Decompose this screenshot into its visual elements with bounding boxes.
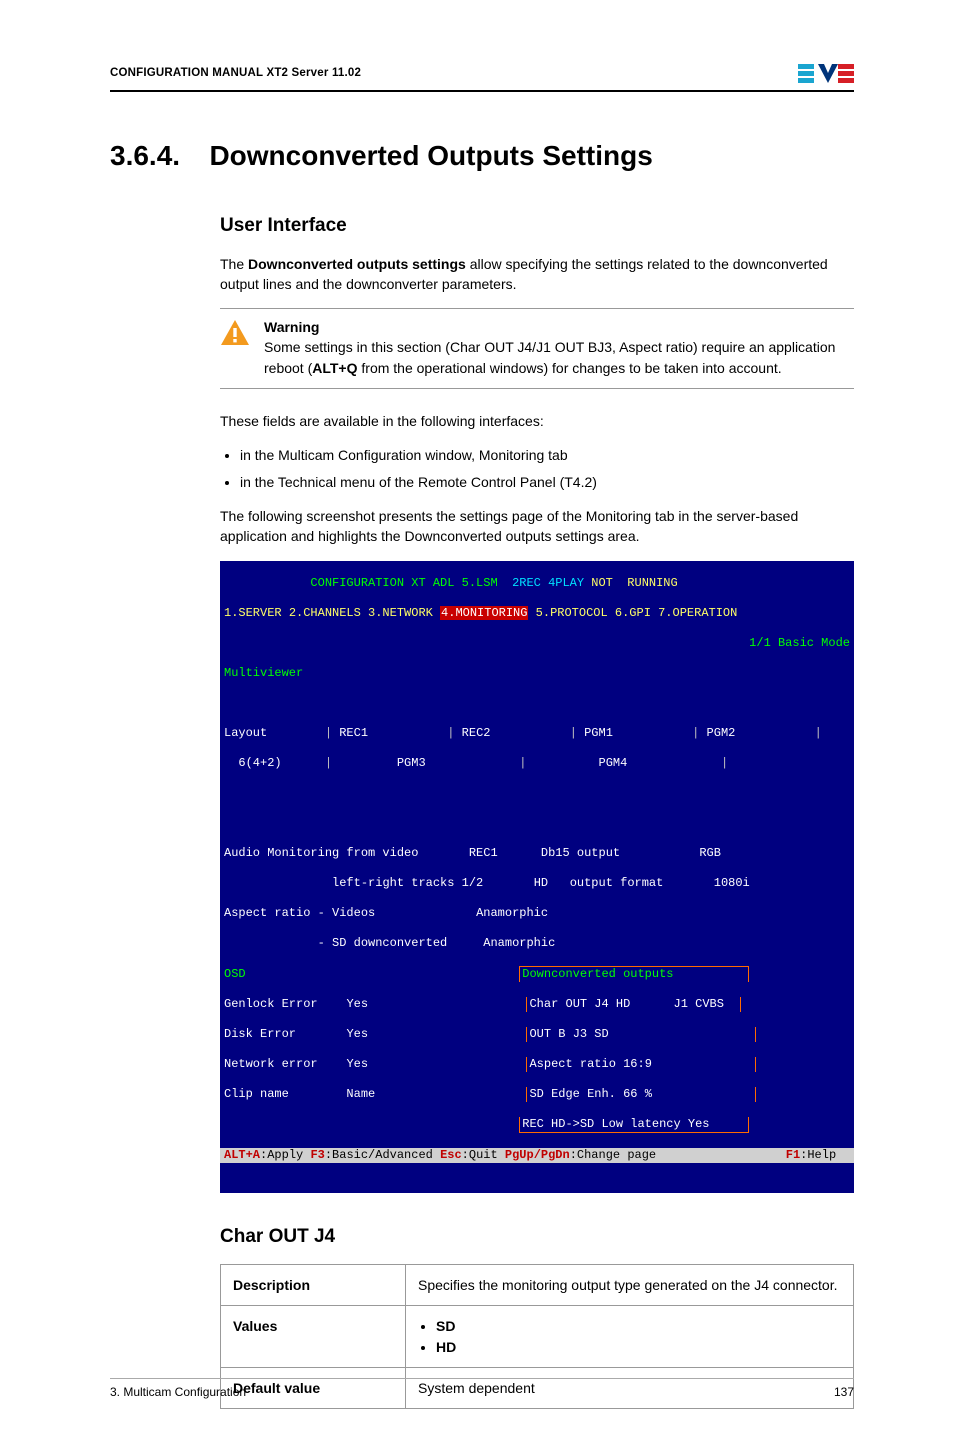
warning-title: Warning	[264, 319, 319, 335]
footer-page-number: 137	[834, 1385, 854, 1399]
section-heading: 3.6.4. Downconverted Outputs Settings	[110, 140, 854, 172]
value-option: HD	[436, 1337, 841, 1357]
row-value: Specifies the monitoring output type gen…	[406, 1265, 854, 1306]
interfaces-list: in the Multicam Configuration window, Mo…	[240, 445, 854, 492]
warning-text-c: from the operational windows) for change…	[358, 360, 782, 376]
terminal-screenshot: CONFIGURATION XT ADL 5.LSM 2REC 4PLAY NO…	[220, 561, 854, 1193]
footer-chapter: 3. Multicam Configuration	[110, 1385, 246, 1399]
row-key: Values	[221, 1306, 406, 1368]
row-value: SD HD	[406, 1306, 854, 1368]
warning-shortcut: ALT+Q	[312, 360, 357, 376]
list-item: in the Multicam Configuration window, Mo…	[240, 445, 854, 465]
warning-box: Warning Some settings in this section (C…	[220, 308, 854, 389]
screenshot-intro: The following screenshot presents the se…	[220, 506, 854, 547]
page-header: CONFIGURATION MANUAL XT2 Server 11.02	[110, 60, 854, 92]
section-title: Downconverted Outputs Settings	[209, 140, 652, 171]
intro-paragraph: The Downconverted outputs settings allow…	[220, 254, 854, 295]
value-option: SD	[436, 1316, 841, 1336]
evs-logo	[798, 60, 854, 86]
user-interface-heading: User Interface	[220, 212, 854, 240]
list-item: in the Technical menu of the Remote Cont…	[240, 472, 854, 492]
warning-icon	[220, 319, 250, 378]
page-footer: 3. Multicam Configuration 137	[110, 1378, 854, 1399]
char-out-heading: Char OUT J4	[220, 1223, 854, 1251]
section-number: 3.6.4.	[110, 140, 205, 172]
row-key: Description	[221, 1265, 406, 1306]
header-title: CONFIGURATION MANUAL XT2 Server 11.02	[110, 67, 361, 79]
interfaces-intro: These fields are available in the follow…	[220, 411, 854, 431]
